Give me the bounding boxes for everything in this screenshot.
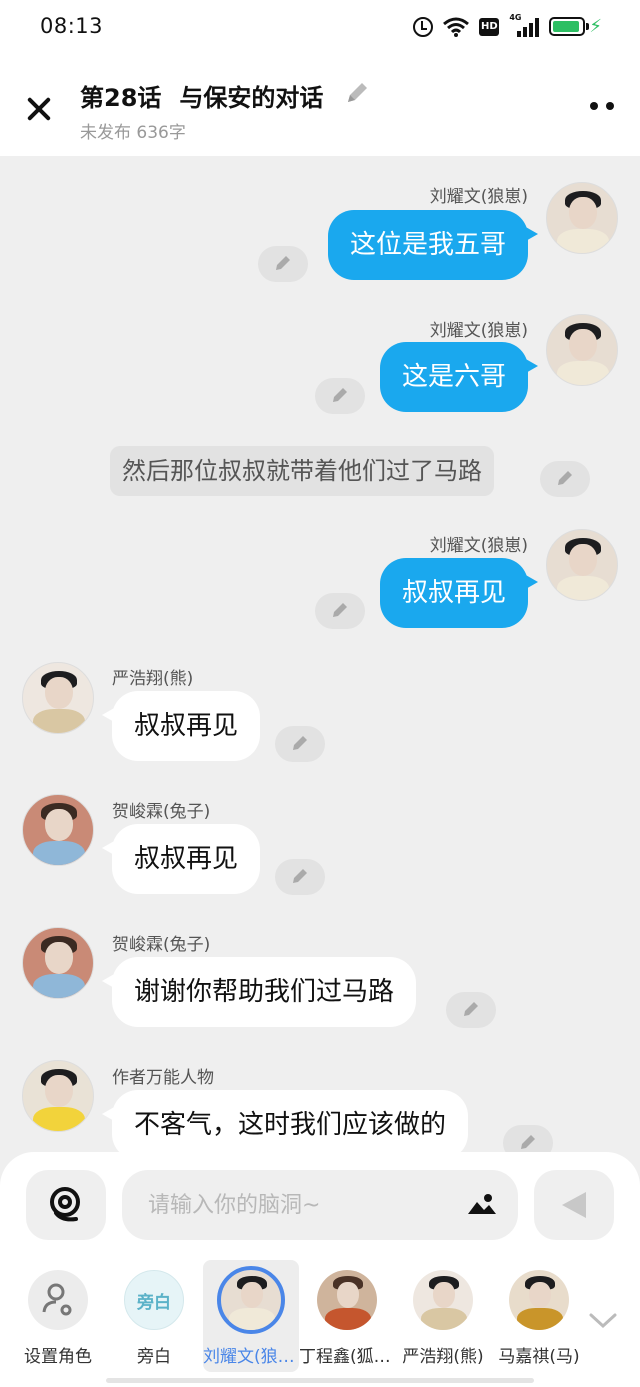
battery-icon <box>549 17 590 36</box>
role-settings-icon <box>28 1270 88 1330</box>
image-icon[interactable] <box>466 1190 498 1218</box>
avatar <box>317 1270 377 1330</box>
sender-name: 刘耀文(狼崽) <box>429 321 528 341</box>
send-button[interactable] <box>534 1170 614 1240</box>
edit-message-button[interactable] <box>446 992 496 1028</box>
episode-number: 第28话 <box>80 84 162 112</box>
chevron-down-icon[interactable] <box>588 1308 618 1332</box>
alarm-icon <box>413 16 434 37</box>
pencil-icon <box>333 603 347 617</box>
role-item-majiaqi[interactable]: 马嘉祺(马) <box>491 1260 587 1372</box>
role-item-yanhaoxiang[interactable]: 严浩翔(熊) <box>395 1260 491 1372</box>
role-selector: 设置角色 旁白 旁白 刘耀文(狼崽) 丁程鑫(狐狸) 严浩翔(熊) 马嘉祺(马) <box>0 1256 640 1376</box>
roles-scrollbar[interactable] <box>106 1378 534 1383</box>
publish-status: 未发布 636字 <box>80 123 186 143</box>
pencil-icon <box>558 471 572 485</box>
avatar[interactable] <box>22 1060 94 1132</box>
episode-name: 与保安的对话 <box>179 84 324 112</box>
edit-message-button[interactable] <box>540 461 590 497</box>
avatar[interactable] <box>546 314 618 386</box>
avatar[interactable] <box>22 794 94 866</box>
edit-message-button[interactable] <box>315 378 365 414</box>
role-label: 严浩翔(熊) <box>402 1347 484 1367</box>
sender-name: 贺峻霖(兔子) <box>112 802 211 822</box>
status-bar: 08:13 HD 4G ⚡ <box>0 0 640 58</box>
narration-role-icon: 旁白 <box>124 1270 184 1330</box>
pencil-icon <box>293 736 307 750</box>
page-title: 第28话 与保安的对话 <box>80 78 323 113</box>
edit-message-button[interactable] <box>315 593 365 629</box>
hd-icon: HD <box>479 17 500 36</box>
more-icon[interactable] <box>590 102 614 110</box>
edit-message-button[interactable] <box>275 726 325 762</box>
message-bubble[interactable]: 这是六哥 <box>379 342 539 412</box>
role-label: 旁白 <box>137 1347 171 1367</box>
brain-button[interactable] <box>26 1170 106 1240</box>
avatar[interactable] <box>546 182 618 254</box>
message-bubble[interactable]: 这位是我五哥 <box>327 210 539 280</box>
sender-name: 贺峻霖(兔子) <box>112 935 211 955</box>
brainstorm-input[interactable] <box>148 1170 448 1240</box>
narration-text[interactable]: 然后那位叔叔就带着他们过了马路 <box>110 446 494 496</box>
avatar[interactable] <box>546 529 618 601</box>
message-bubble[interactable]: 不客气，这时我们应该做的 <box>101 1090 469 1156</box>
pencil-icon <box>276 256 290 270</box>
message-bubble[interactable]: 叔叔再见 <box>101 691 261 761</box>
role-item-narration[interactable]: 旁白 旁白 <box>106 1260 202 1372</box>
role-item-settings[interactable]: 设置角色 <box>10 1260 106 1372</box>
message-bubble[interactable]: 叔叔再见 <box>101 824 261 894</box>
close-icon[interactable] <box>22 92 56 126</box>
message-bubble[interactable]: 叔叔再见 <box>379 558 539 628</box>
sender-name: 严浩翔(熊) <box>112 669 194 689</box>
sender-name: 作者万能人物 <box>112 1068 214 1088</box>
pencil-icon[interactable] <box>344 80 370 106</box>
pencil-icon <box>293 869 307 883</box>
avatar <box>413 1270 473 1330</box>
role-item-dingchengxin[interactable]: 丁程鑫(狐狸) <box>299 1260 395 1372</box>
pencil-icon <box>333 388 347 402</box>
role-label: 丁程鑫(狐狸) <box>299 1347 395 1367</box>
brain-icon <box>50 1187 80 1222</box>
role-label: 马嘉祺(马) <box>498 1347 580 1367</box>
composer: 设置角色 旁白 旁白 刘耀文(狼崽) 丁程鑫(狐狸) 严浩翔(熊) <box>0 1152 640 1387</box>
role-item-liuyaowen[interactable]: 刘耀文(狼崽) <box>203 1260 299 1372</box>
edit-message-button[interactable] <box>275 859 325 895</box>
network-type-label: 4G <box>509 12 522 22</box>
status-time: 08:13 <box>40 14 104 38</box>
header: 第28话 与保安的对话 未发布 636字 <box>0 58 640 156</box>
role-label: 刘耀文(狼崽) <box>203 1347 299 1367</box>
sender-name: 刘耀文(狼崽) <box>429 536 528 556</box>
avatar <box>509 1270 569 1330</box>
charging-icon: ⚡ <box>589 16 602 37</box>
avatar[interactable] <box>22 927 94 999</box>
chat-area[interactable]: 刘耀文(狼崽) 这位是我五哥 刘耀文(狼崽) 这是六哥 然后那位叔叔就带着他们过… <box>0 156 640 1156</box>
message-bubble[interactable]: 谢谢你帮助我们过马路 <box>101 957 417 1027</box>
status-icons: HD 4G ⚡ <box>413 13 602 37</box>
avatar <box>217 1266 285 1334</box>
edit-message-button[interactable] <box>258 246 308 282</box>
role-label: 设置角色 <box>24 1347 92 1367</box>
pencil-icon <box>464 1002 478 1016</box>
signal-icon: 4G <box>509 13 540 37</box>
avatar[interactable] <box>22 662 94 734</box>
pencil-icon <box>521 1135 535 1149</box>
sender-name: 刘耀文(狼崽) <box>429 187 528 207</box>
brainstorm-input-box[interactable] <box>122 1170 518 1240</box>
wifi-icon <box>443 17 470 37</box>
send-icon <box>562 1192 586 1218</box>
